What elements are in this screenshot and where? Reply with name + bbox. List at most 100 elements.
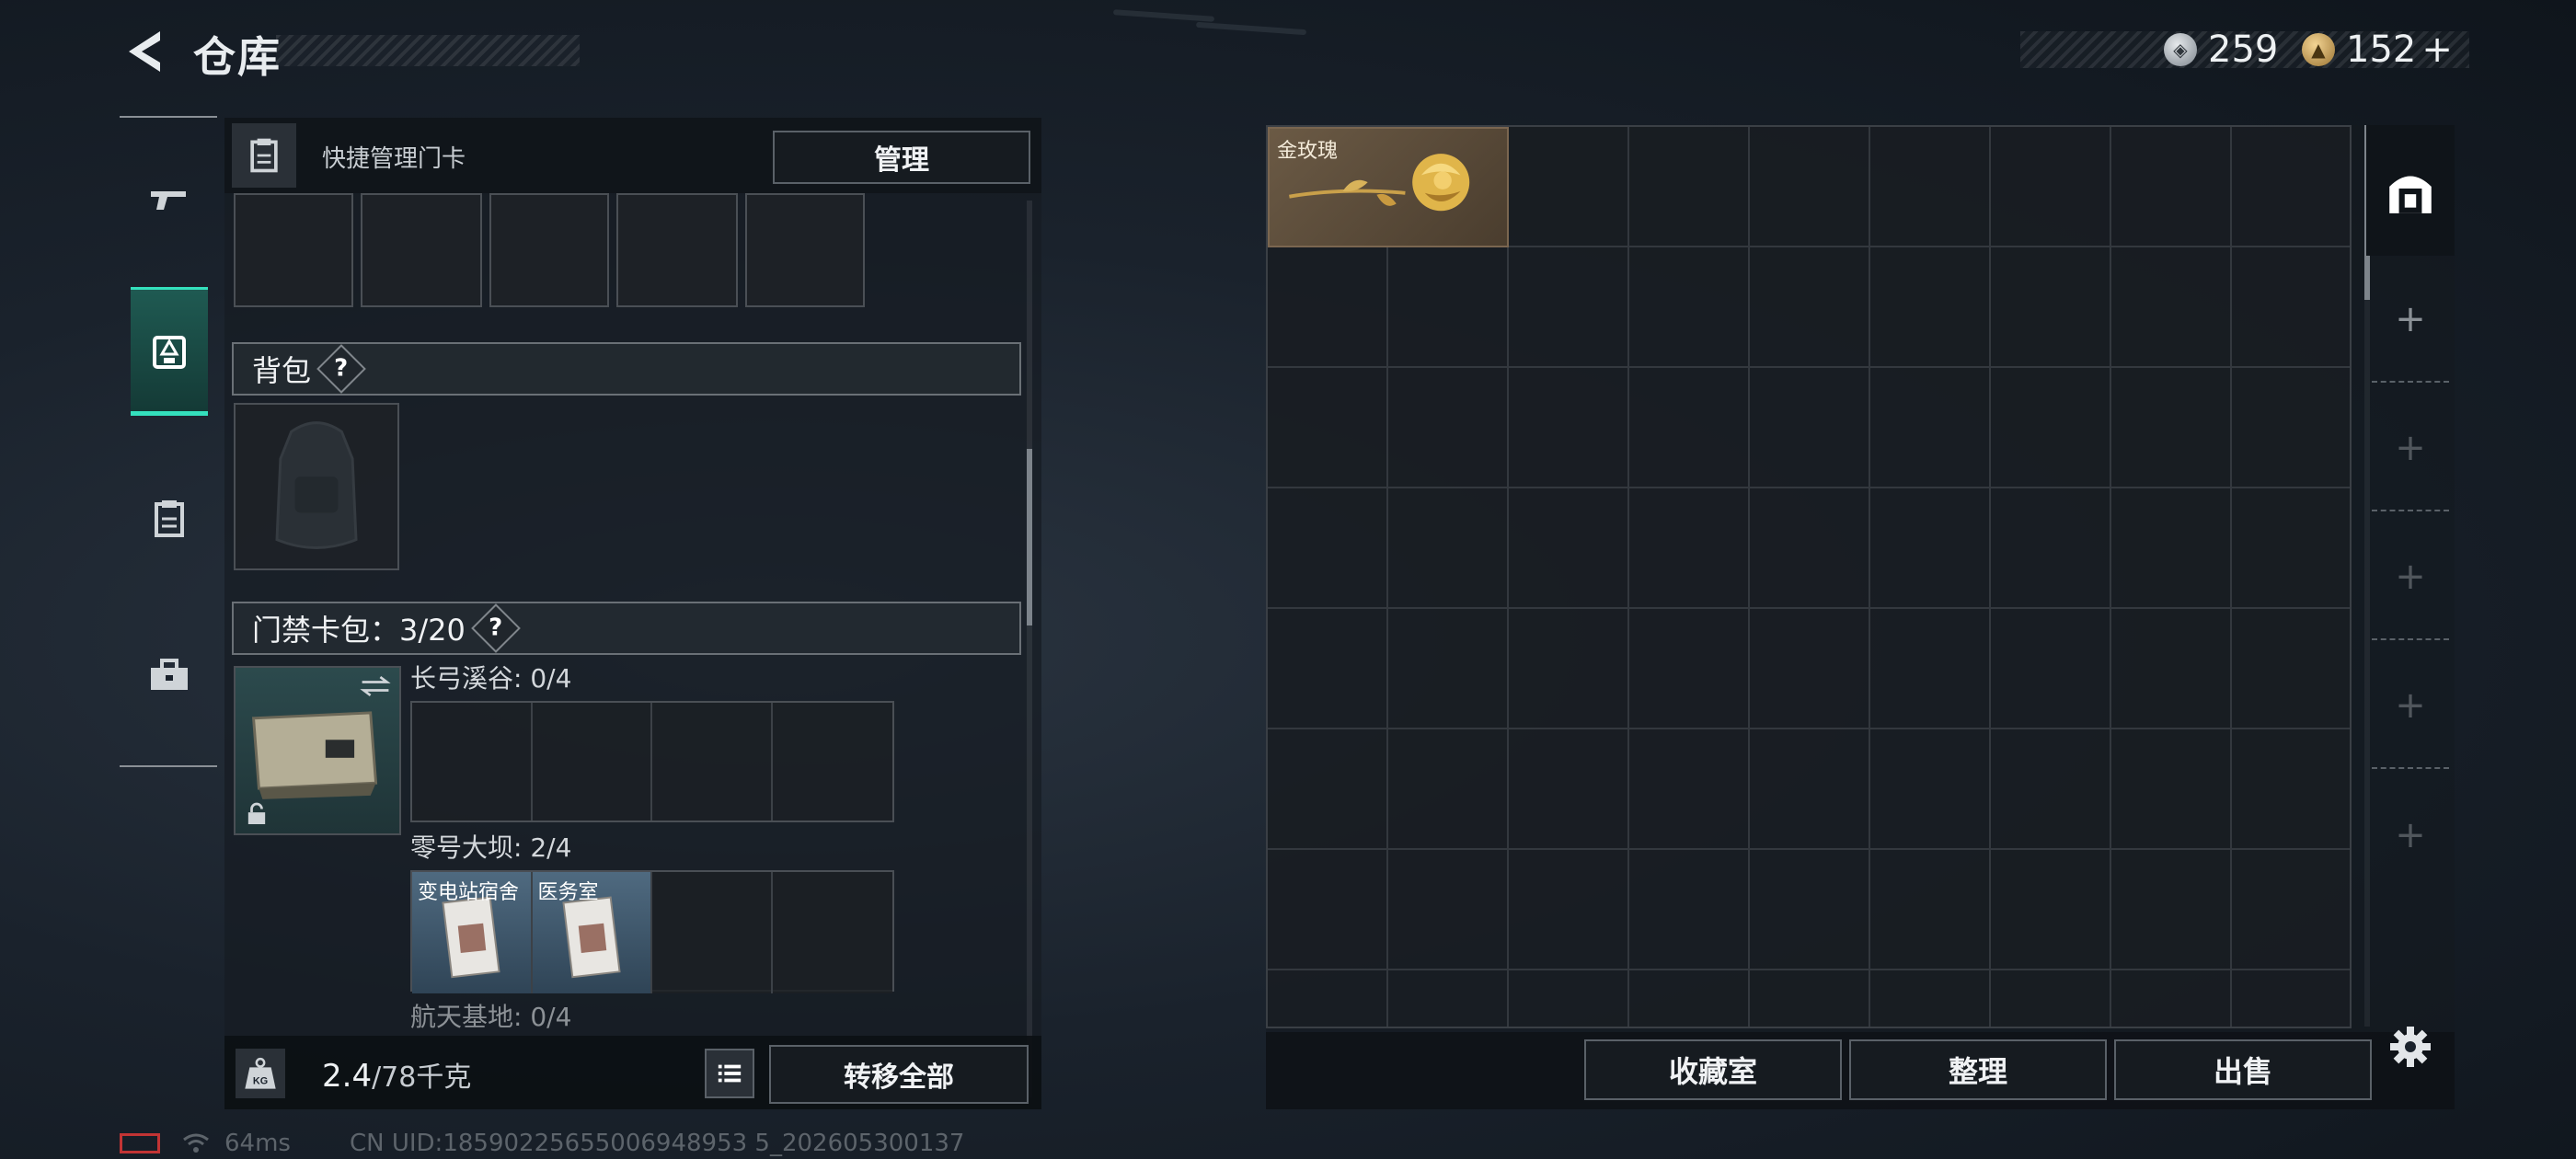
storage-slot[interactable] (1388, 368, 1509, 488)
keycard-item[interactable]: 医务室 (532, 872, 652, 993)
storage-slot[interactable] (1991, 850, 2111, 970)
storage-slot[interactable] (1388, 970, 1509, 1027)
keycard-slot[interactable] (532, 703, 652, 820)
storage-slot[interactable] (2111, 609, 2232, 729)
storage-slot[interactable] (1388, 247, 1509, 368)
storage-slot[interactable] (1991, 609, 2111, 729)
storage-slot[interactable] (2232, 247, 2350, 368)
storage-slot[interactable] (1388, 488, 1509, 609)
add-currency-button[interactable]: + (2421, 29, 2453, 71)
backpack-help-button[interactable]: ? (316, 344, 366, 394)
storage-slot[interactable] (1509, 127, 1629, 247)
storage-slot[interactable] (1388, 609, 1509, 729)
tab-equipment[interactable] (131, 287, 208, 416)
storage-slot[interactable] (2111, 247, 2232, 368)
storage-slot[interactable] (1388, 850, 1509, 970)
equipment-slot[interactable] (745, 193, 865, 307)
keycard-pack-help-button[interactable]: ? (471, 603, 521, 653)
storage-slot[interactable] (1991, 729, 2111, 850)
storage-slot[interactable] (2111, 970, 2232, 1027)
equipment-slot[interactable] (489, 193, 609, 307)
storage-slot[interactable] (1629, 729, 1750, 850)
storage-slot[interactable] (1268, 970, 1388, 1027)
storage-slot[interactable] (1629, 850, 1750, 970)
storage-slot[interactable] (1509, 488, 1629, 609)
storage-slot[interactable] (1750, 729, 1870, 850)
sell-button[interactable]: 出售 (2114, 1039, 2372, 1100)
add-storage-tab-button[interactable]: + (2372, 515, 2449, 640)
storage-slot[interactable] (1991, 247, 2111, 368)
storage-slot[interactable] (1629, 609, 1750, 729)
storage-slot[interactable] (1268, 488, 1388, 609)
storage-slot[interactable] (1509, 970, 1629, 1027)
keycard-case-slot[interactable] (234, 666, 401, 835)
storage-slot[interactable] (2232, 488, 2350, 609)
storage-slot[interactable] (1509, 729, 1629, 850)
keycard-slot[interactable] (652, 703, 773, 820)
storage-slot[interactable] (2232, 609, 2350, 729)
storage-slot[interactable] (1750, 488, 1870, 609)
storage-slot[interactable] (2111, 729, 2232, 850)
storage-slot[interactable] (1509, 850, 1629, 970)
storage-slot[interactable] (1870, 247, 1991, 368)
storage-slot[interactable] (1629, 127, 1750, 247)
storage-slot[interactable] (1870, 127, 1991, 247)
tab-toolbox[interactable] (132, 614, 206, 736)
storage-slot[interactable] (1629, 368, 1750, 488)
tab-weapon[interactable] (132, 140, 206, 261)
sort-button[interactable]: 整理 (1849, 1039, 2107, 1100)
storage-slot[interactable] (2232, 970, 2350, 1027)
scrollbar-thumb[interactable] (1027, 449, 1032, 625)
add-storage-tab-button[interactable]: + (2372, 386, 2449, 511)
keycard-slot[interactable] (772, 872, 892, 993)
storage-slot[interactable] (1750, 970, 1870, 1027)
collection-room-button[interactable]: 收藏室 (1584, 1039, 1842, 1100)
storage-slot[interactable] (2232, 127, 2350, 247)
storage-slot[interactable] (1750, 850, 1870, 970)
storage-slot[interactable] (2111, 368, 2232, 488)
transfer-all-button[interactable]: 转移全部 (769, 1045, 1029, 1104)
storage-slot[interactable] (2111, 850, 2232, 970)
equipment-slot[interactable] (361, 193, 482, 307)
backpack-slot[interactable] (234, 403, 399, 570)
storage-slot[interactable] (1991, 970, 2111, 1027)
add-storage-tab-button[interactable]: + (2372, 644, 2449, 769)
storage-slot[interactable] (2111, 127, 2232, 247)
storage-slot[interactable] (1750, 609, 1870, 729)
storage-slot[interactable] (1870, 368, 1991, 488)
storage-slot[interactable] (1870, 850, 1991, 970)
storage-slot[interactable] (2232, 729, 2350, 850)
gold-currency[interactable]: ▲ 152 + (2302, 28, 2453, 72)
storage-slot[interactable] (1870, 970, 1991, 1027)
storage-slot[interactable] (1509, 247, 1629, 368)
storage-slot[interactable] (1629, 970, 1750, 1027)
storage-slot[interactable] (2232, 368, 2350, 488)
storage-slot[interactable] (1268, 247, 1388, 368)
storage-slot[interactable] (1870, 609, 1991, 729)
storage-slot[interactable] (1629, 247, 1750, 368)
tab-main-storage[interactable] (2366, 125, 2455, 256)
keycard-slot[interactable] (772, 703, 892, 820)
storage-slot[interactable] (1388, 729, 1509, 850)
scrollbar[interactable] (1027, 201, 1032, 1097)
storage-slot[interactable] (1870, 729, 1991, 850)
manage-button[interactable]: 管理 (773, 131, 1030, 184)
storage-slot[interactable] (2232, 850, 2350, 970)
storage-slot[interactable] (1509, 368, 1629, 488)
storage-slot[interactable] (1991, 368, 2111, 488)
add-storage-tab-button[interactable]: + (2372, 258, 2449, 383)
storage-slot[interactable] (1268, 609, 1388, 729)
keycard-slot[interactable] (412, 703, 533, 820)
storage-slot[interactable] (1268, 368, 1388, 488)
storage-slot[interactable] (1629, 488, 1750, 609)
storage-slot[interactable] (1509, 609, 1629, 729)
storage-slot[interactable] (2111, 488, 2232, 609)
storage-slot[interactable] (1750, 368, 1870, 488)
storage-slot[interactable] (1870, 488, 1991, 609)
equipment-slot[interactable] (234, 193, 353, 307)
storage-item[interactable]: 金玫瑰 (1268, 127, 1509, 247)
tab-keycard[interactable] (132, 458, 206, 580)
storage-slot[interactable] (1268, 729, 1388, 850)
swap-icon[interactable] (359, 673, 392, 699)
keycard-item[interactable]: 变电站宿舍 (412, 872, 533, 993)
